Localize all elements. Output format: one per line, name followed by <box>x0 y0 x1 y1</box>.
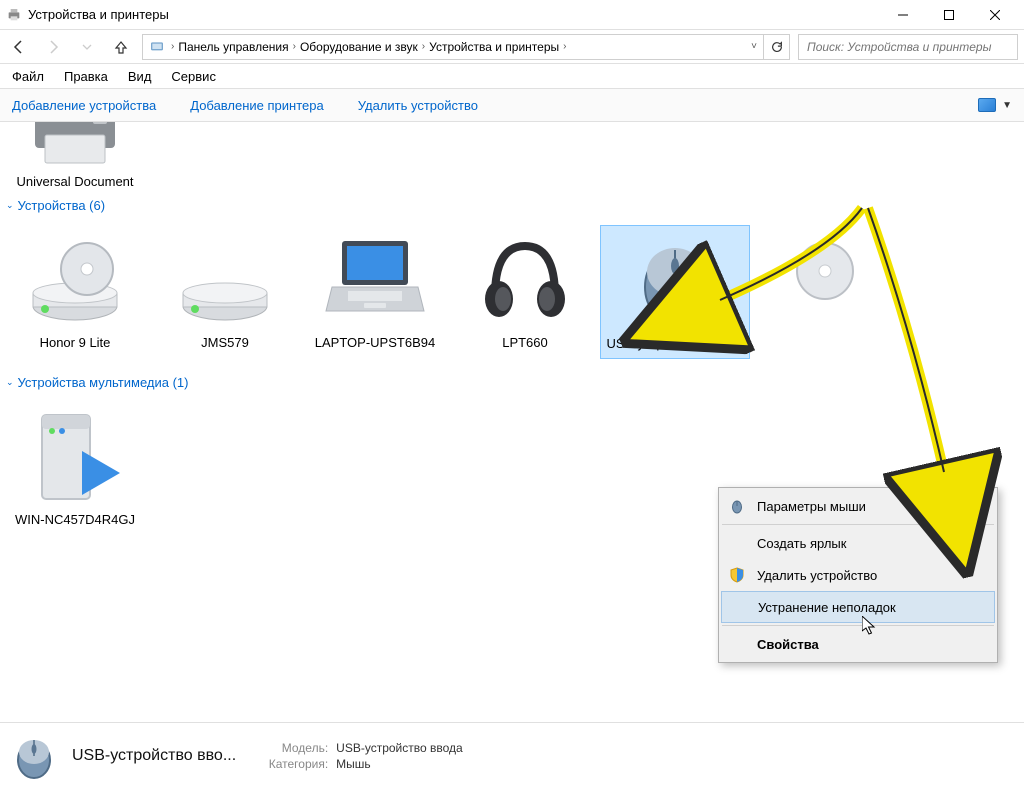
chevron-right-icon: › <box>171 41 174 52</box>
disc-device-icon <box>20 231 130 331</box>
disc-device-icon <box>770 231 880 331</box>
group-media[interactable]: ⌄ Устройства мультимедиа (1) <box>0 367 1024 394</box>
menu-edit[interactable]: Правка <box>54 65 118 88</box>
printer-device-icon <box>20 122 130 170</box>
breadcrumb[interactable]: › Панель управления › Оборудование и зву… <box>142 34 790 60</box>
expand-caret-icon: ⌄ <box>6 200 14 211</box>
device-label: Honor 9 Lite <box>40 335 111 351</box>
device-item[interactable]: Honor 9 Lite <box>0 225 150 359</box>
ctx-label: Параметры мыши <box>757 499 866 514</box>
device-item[interactable]: LPT660 <box>450 225 600 359</box>
menu-service[interactable]: Сервис <box>161 65 226 88</box>
breadcrumb-dropdown[interactable]: ˅ <box>745 41 763 52</box>
mouse-small-icon <box>729 498 745 514</box>
window-title: Устройства и принтеры <box>28 7 169 22</box>
expand-caret-icon: ⌄ <box>6 377 14 388</box>
group-devices-label: Устройства (6) <box>18 198 106 213</box>
device-label: LAPTOP-UPST6B94 <box>315 335 435 351</box>
crumb-item[interactable]: Оборудование и звук <box>300 40 418 54</box>
mouse-device-icon <box>620 232 730 332</box>
chevron-right-icon: › <box>563 41 566 52</box>
search-input[interactable] <box>798 34 1018 60</box>
ctx-label: Свойства <box>757 637 819 652</box>
crumb-item[interactable]: Панель управления <box>178 40 288 54</box>
control-panel-icon <box>149 39 165 55</box>
device-item-selected[interactable]: USB-устройство ввода <box>600 225 750 359</box>
ctx-remove-device[interactable]: Удалить устройство <box>721 559 995 591</box>
device-item[interactable]: LAPTOP-UPST6B94 <box>300 225 450 359</box>
up-button[interactable] <box>108 34 134 60</box>
device-label: LPT660 <box>502 335 548 351</box>
laptop-device-icon <box>320 231 430 331</box>
refresh-button[interactable] <box>763 35 789 59</box>
menu-file[interactable]: Файл <box>2 65 54 88</box>
details-category-label: Категория: <box>250 757 328 771</box>
context-menu: Параметры мыши Создать ярлык Удалить уст… <box>718 487 998 663</box>
ctx-mouse-params[interactable]: Параметры мыши <box>721 490 995 522</box>
details-model-value: USB-устройство ввода <box>336 741 463 755</box>
device-label: USB-устройство ввода <box>606 336 743 352</box>
ctx-create-shortcut[interactable]: Создать ярлык <box>721 527 995 559</box>
shield-icon <box>729 567 745 583</box>
cursor-icon <box>862 616 878 636</box>
details-model-label: Модель: <box>250 741 328 755</box>
recent-dropdown[interactable] <box>74 34 100 60</box>
add-printer-button[interactable]: Добавление принтера <box>190 98 323 113</box>
ctx-label: Удалить устройство <box>757 568 877 583</box>
ctx-label: Устранение неполадок <box>758 600 896 615</box>
menu-view[interactable]: Вид <box>118 65 162 88</box>
close-button[interactable] <box>972 0 1018 30</box>
device-item[interactable] <box>750 225 900 359</box>
ctx-separator <box>722 524 994 525</box>
details-title: USB-устройство вво... <box>72 747 236 765</box>
device-label: Universal Document Converter <box>5 174 145 190</box>
ctx-separator <box>722 625 994 626</box>
ctx-properties[interactable]: Свойства <box>721 628 995 660</box>
remove-device-button[interactable]: Удалить устройство <box>358 98 478 113</box>
drive-device-icon <box>170 231 280 331</box>
details-category-value: Мышь <box>336 757 371 771</box>
chevron-right-icon: › <box>293 41 296 52</box>
group-media-label: Устройства мультимедиа (1) <box>18 375 189 390</box>
crumb-item[interactable]: Устройства и принтеры <box>429 40 559 54</box>
device-item[interactable]: JMS579 <box>150 225 300 359</box>
printer-icon <box>6 7 22 23</box>
chevron-right-icon: › <box>422 41 425 52</box>
details-pane: USB-устройство вво... Модель: USB-устрой… <box>0 722 1024 788</box>
view-icon[interactable] <box>978 98 996 112</box>
ctx-troubleshoot[interactable]: Устранение неполадок <box>721 591 995 623</box>
add-device-button[interactable]: Добавление устройства <box>12 98 156 113</box>
search-field[interactable] <box>805 39 1011 55</box>
device-item[interactable]: WIN-NC457D4R4GJ <box>0 402 150 534</box>
media-server-icon <box>20 408 130 508</box>
group-devices[interactable]: ⌄ Устройства (6) <box>0 190 1024 217</box>
minimize-button[interactable] <box>880 0 926 30</box>
device-label: WIN-NC457D4R4GJ <box>15 512 135 528</box>
back-button[interactable] <box>6 34 32 60</box>
maximize-button[interactable] <box>926 0 972 30</box>
device-label: JMS579 <box>201 335 249 351</box>
forward-button[interactable] <box>40 34 66 60</box>
mouse-large-icon <box>10 732 58 780</box>
headphones-device-icon <box>470 231 580 331</box>
view-dropdown[interactable]: ▼ <box>1002 100 1012 111</box>
ctx-label: Создать ярлык <box>757 536 846 551</box>
device-item[interactable]: Universal Document Converter <box>0 122 150 186</box>
